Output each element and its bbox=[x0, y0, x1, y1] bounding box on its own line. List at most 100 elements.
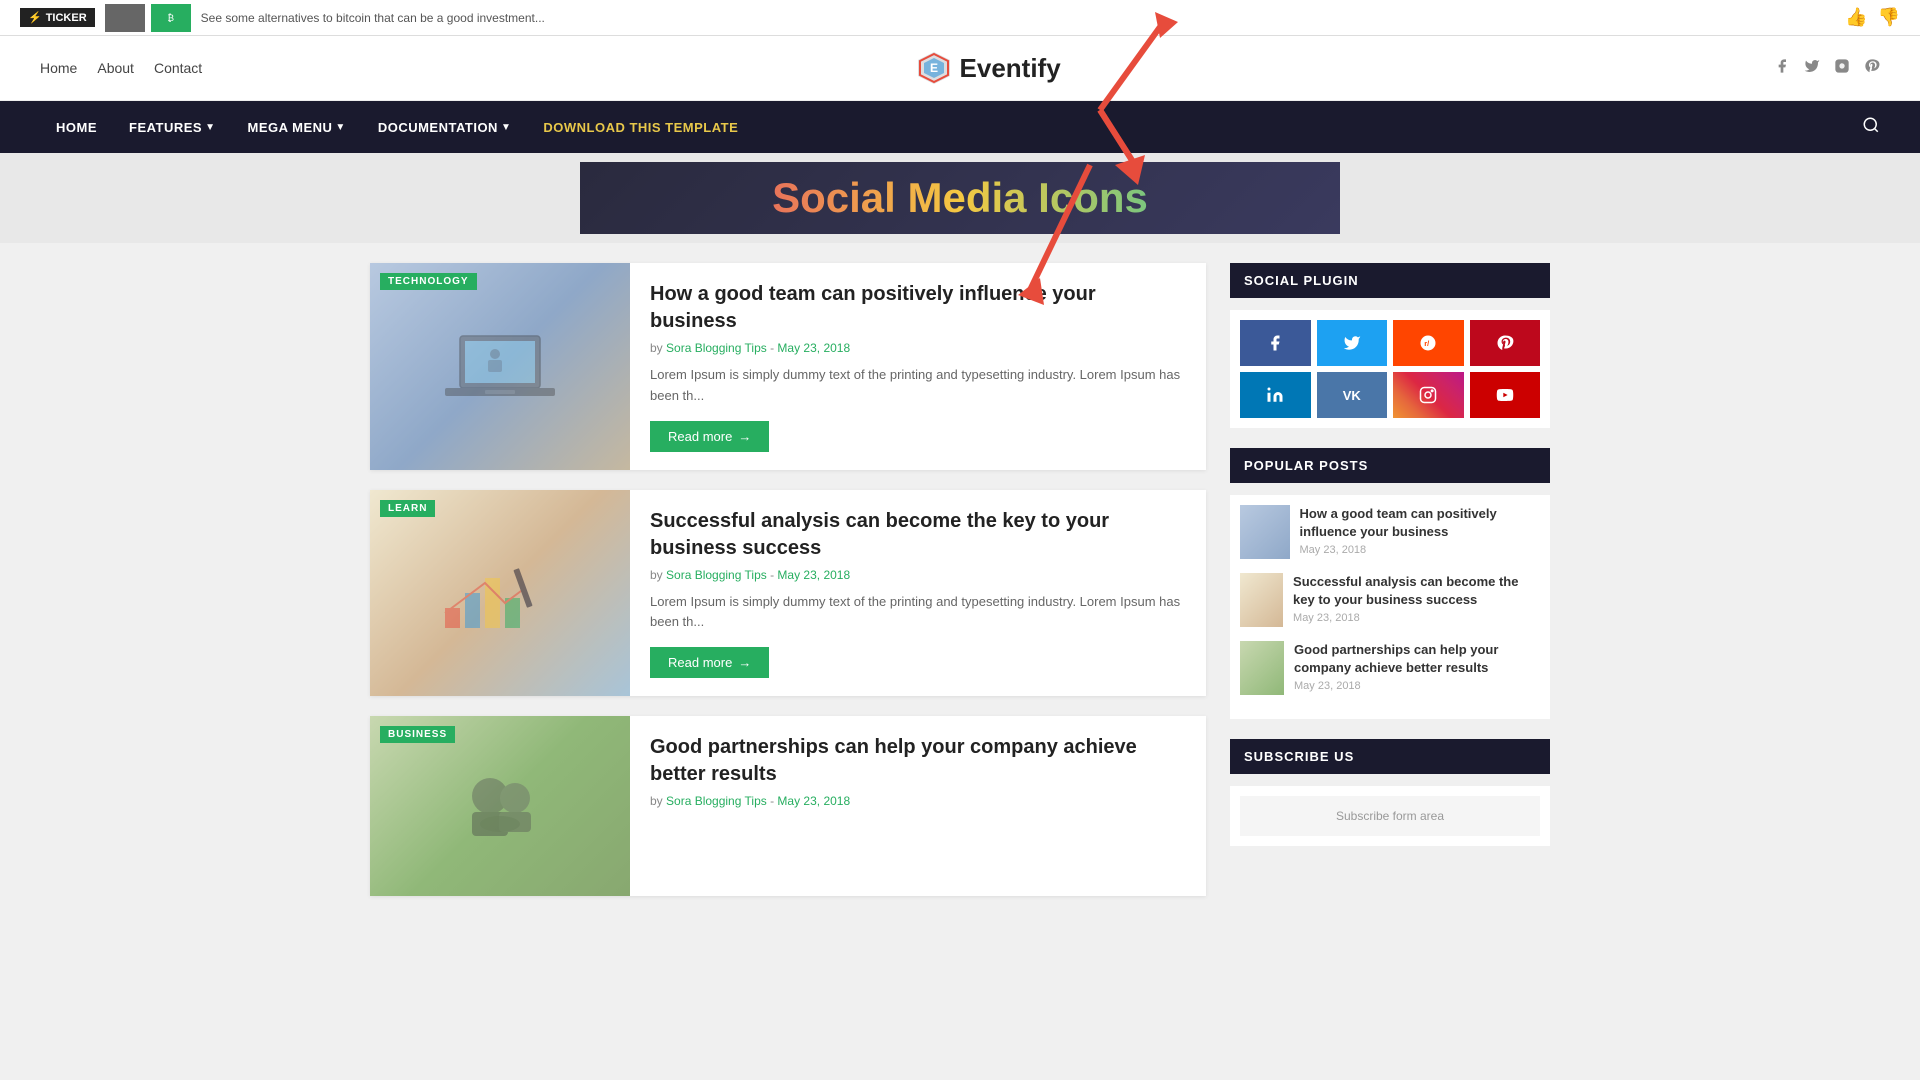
ticker-thumb1 bbox=[105, 4, 145, 32]
social-btn-youtube[interactable] bbox=[1470, 372, 1541, 418]
doc-arrow: ▼ bbox=[501, 122, 511, 133]
popular-info-2: Successful analysis can become the key t… bbox=[1293, 573, 1540, 624]
nav-download[interactable]: DOWNLOAD THIS TEMPLATE bbox=[527, 101, 754, 153]
nav-home-main[interactable]: HOME bbox=[40, 101, 113, 153]
read-more-btn-1[interactable]: Read more → bbox=[650, 421, 769, 452]
social-btn-twitter[interactable] bbox=[1317, 320, 1388, 366]
social-twitter[interactable] bbox=[1804, 58, 1820, 79]
twitter-icon bbox=[1804, 58, 1820, 74]
ticker-label: ⚡ TICKER bbox=[20, 8, 95, 27]
ticker-icons-right: 👍 👎 bbox=[1845, 7, 1900, 28]
post-author-2[interactable]: Sora Blogging Tips bbox=[666, 568, 767, 582]
bolt-icon: ⚡ bbox=[28, 11, 42, 24]
popular-info-1: How a good team can positively influence… bbox=[1300, 505, 1540, 556]
social-btn-vk[interactable]: VK bbox=[1317, 372, 1388, 418]
ticker-news: See some alternatives to bitcoin that ca… bbox=[201, 11, 545, 25]
nav-home[interactable]: Home bbox=[40, 60, 77, 76]
subscribe-title: SUBSCRIBE US bbox=[1230, 739, 1550, 774]
post-title-3: Good partnerships can help your company … bbox=[650, 734, 1186, 788]
ticker-bar: ⚡ TICKER ₿ See some alternatives to bitc… bbox=[0, 0, 1920, 36]
post-excerpt-2: Lorem Ipsum is simply dummy text of the … bbox=[650, 592, 1186, 634]
popular-info-3: Good partnerships can help your company … bbox=[1294, 641, 1540, 692]
popular-thumb-2 bbox=[1240, 573, 1283, 627]
subscribe-form-placeholder: Subscribe form area bbox=[1240, 796, 1540, 836]
logo[interactable]: E Eventify bbox=[916, 50, 1061, 86]
ticker-thumb2: ₿ bbox=[151, 4, 191, 32]
subscribe-widget: SUBSCRIBE US Subscribe form area bbox=[1230, 739, 1550, 846]
popular-post-item-1: How a good team can positively influence… bbox=[1240, 505, 1540, 559]
popular-post-title-2[interactable]: Successful analysis can become the key t… bbox=[1293, 573, 1540, 609]
category-badge-1[interactable]: TECHNOLOGY bbox=[380, 273, 477, 290]
search-icon[interactable] bbox=[1862, 116, 1880, 139]
thumb-illustration-2 bbox=[435, 548, 565, 638]
pinterest-icon bbox=[1864, 58, 1880, 74]
post-content-1: How a good team can positively influence… bbox=[630, 263, 1206, 470]
social-btn-pinterest[interactable] bbox=[1470, 320, 1541, 366]
ticker-text: TICKER bbox=[46, 12, 87, 24]
social-instagram[interactable] bbox=[1834, 58, 1850, 79]
nav-mega-menu[interactable]: MEGA MENU ▼ bbox=[232, 101, 362, 153]
svg-text:E: E bbox=[930, 61, 938, 75]
social-plugin-widget: SOCIAL PLUGIN r/ bbox=[1230, 263, 1550, 428]
social-btn-facebook[interactable] bbox=[1240, 320, 1311, 366]
popular-posts-widget: POPULAR POSTS How a good team can positi… bbox=[1230, 448, 1550, 719]
post-content-3: Good partnerships can help your company … bbox=[630, 716, 1206, 896]
category-badge-2[interactable]: LEARN bbox=[380, 500, 435, 517]
popular-post-title-1[interactable]: How a good team can positively influence… bbox=[1300, 505, 1540, 541]
ticker-icon-2: 👎 bbox=[1878, 7, 1900, 28]
header-nav: Home About Contact bbox=[40, 60, 202, 76]
post-thumbnail-1: TECHNOLOGY bbox=[370, 263, 630, 470]
posts-section: TECHNOLOGY How a good team can positivel… bbox=[370, 263, 1206, 916]
post-date-2: May 23, 2018 bbox=[777, 568, 850, 582]
instagram-icon bbox=[1834, 58, 1850, 74]
social-btn-linkedin[interactable] bbox=[1240, 372, 1311, 418]
popular-posts-title: POPULAR POSTS bbox=[1230, 448, 1550, 483]
nav-contact[interactable]: Contact bbox=[154, 60, 202, 76]
mega-arrow: ▼ bbox=[335, 122, 345, 133]
banner-inner: Social Media Icons bbox=[580, 162, 1340, 234]
post-card-3: BUSINESS Good partnerships can help your… bbox=[370, 716, 1206, 896]
nav-features[interactable]: FEATURES ▼ bbox=[113, 101, 232, 153]
popular-post-title-3[interactable]: Good partnerships can help your company … bbox=[1294, 641, 1540, 677]
nav-documentation[interactable]: DOCUMENTATION ▼ bbox=[362, 101, 528, 153]
post-meta-3: by Sora Blogging Tips - May 23, 2018 bbox=[650, 794, 1186, 808]
social-plugin-title: SOCIAL PLUGIN bbox=[1230, 263, 1550, 298]
post-content-2: Successful analysis can become the key t… bbox=[630, 490, 1206, 697]
main-container: TECHNOLOGY How a good team can positivel… bbox=[350, 263, 1570, 916]
popular-post-item-3: Good partnerships can help your company … bbox=[1240, 641, 1540, 695]
post-author-1[interactable]: Sora Blogging Tips bbox=[666, 341, 767, 355]
social-facebook[interactable] bbox=[1774, 58, 1790, 79]
facebook-icon bbox=[1774, 58, 1790, 74]
post-meta-2: by Sora Blogging Tips - May 23, 2018 bbox=[650, 568, 1186, 582]
thumb-illustration-3 bbox=[435, 756, 565, 856]
social-pinterest[interactable] bbox=[1864, 58, 1880, 79]
sidebar: SOCIAL PLUGIN r/ bbox=[1230, 263, 1550, 916]
post-excerpt-1: Lorem Ipsum is simply dummy text of the … bbox=[650, 365, 1186, 407]
popular-post-date-3: May 23, 2018 bbox=[1294, 680, 1540, 692]
header: Home About Contact E Eventify bbox=[0, 36, 1920, 101]
popular-thumb-1 bbox=[1240, 505, 1290, 559]
banner: Social Media Icons bbox=[0, 153, 1920, 243]
social-icons-grid: r/ VK bbox=[1230, 310, 1550, 428]
logo-icon: E bbox=[916, 50, 952, 86]
arrow-icon-1: → bbox=[738, 429, 751, 444]
arrow-icon-2: → bbox=[738, 655, 751, 670]
social-btn-reddit[interactable]: r/ bbox=[1393, 320, 1464, 366]
features-arrow: ▼ bbox=[205, 122, 215, 133]
post-title-2: Successful analysis can become the key t… bbox=[650, 508, 1186, 562]
post-meta-1: by Sora Blogging Tips - May 23, 2018 bbox=[650, 341, 1186, 355]
post-title-1: How a good team can positively influence… bbox=[650, 281, 1186, 335]
post-author-3[interactable]: Sora Blogging Tips bbox=[666, 794, 767, 808]
category-badge-3[interactable]: BUSINESS bbox=[380, 726, 455, 743]
post-date-3: May 23, 2018 bbox=[777, 794, 850, 808]
post-card-2: LEARN Successful analysis can become the… bbox=[370, 490, 1206, 697]
thumb-illustration-1 bbox=[440, 326, 560, 406]
nav-about[interactable]: About bbox=[97, 60, 134, 76]
popular-post-date-2: May 23, 2018 bbox=[1293, 612, 1540, 624]
subscribe-content: Subscribe form area bbox=[1230, 786, 1550, 846]
read-more-btn-2[interactable]: Read more → bbox=[650, 647, 769, 678]
social-btn-instagram[interactable] bbox=[1393, 372, 1464, 418]
post-card: TECHNOLOGY How a good team can positivel… bbox=[370, 263, 1206, 470]
logo-text: Eventify bbox=[960, 53, 1061, 84]
ticker-icon-1: 👍 bbox=[1845, 7, 1867, 28]
